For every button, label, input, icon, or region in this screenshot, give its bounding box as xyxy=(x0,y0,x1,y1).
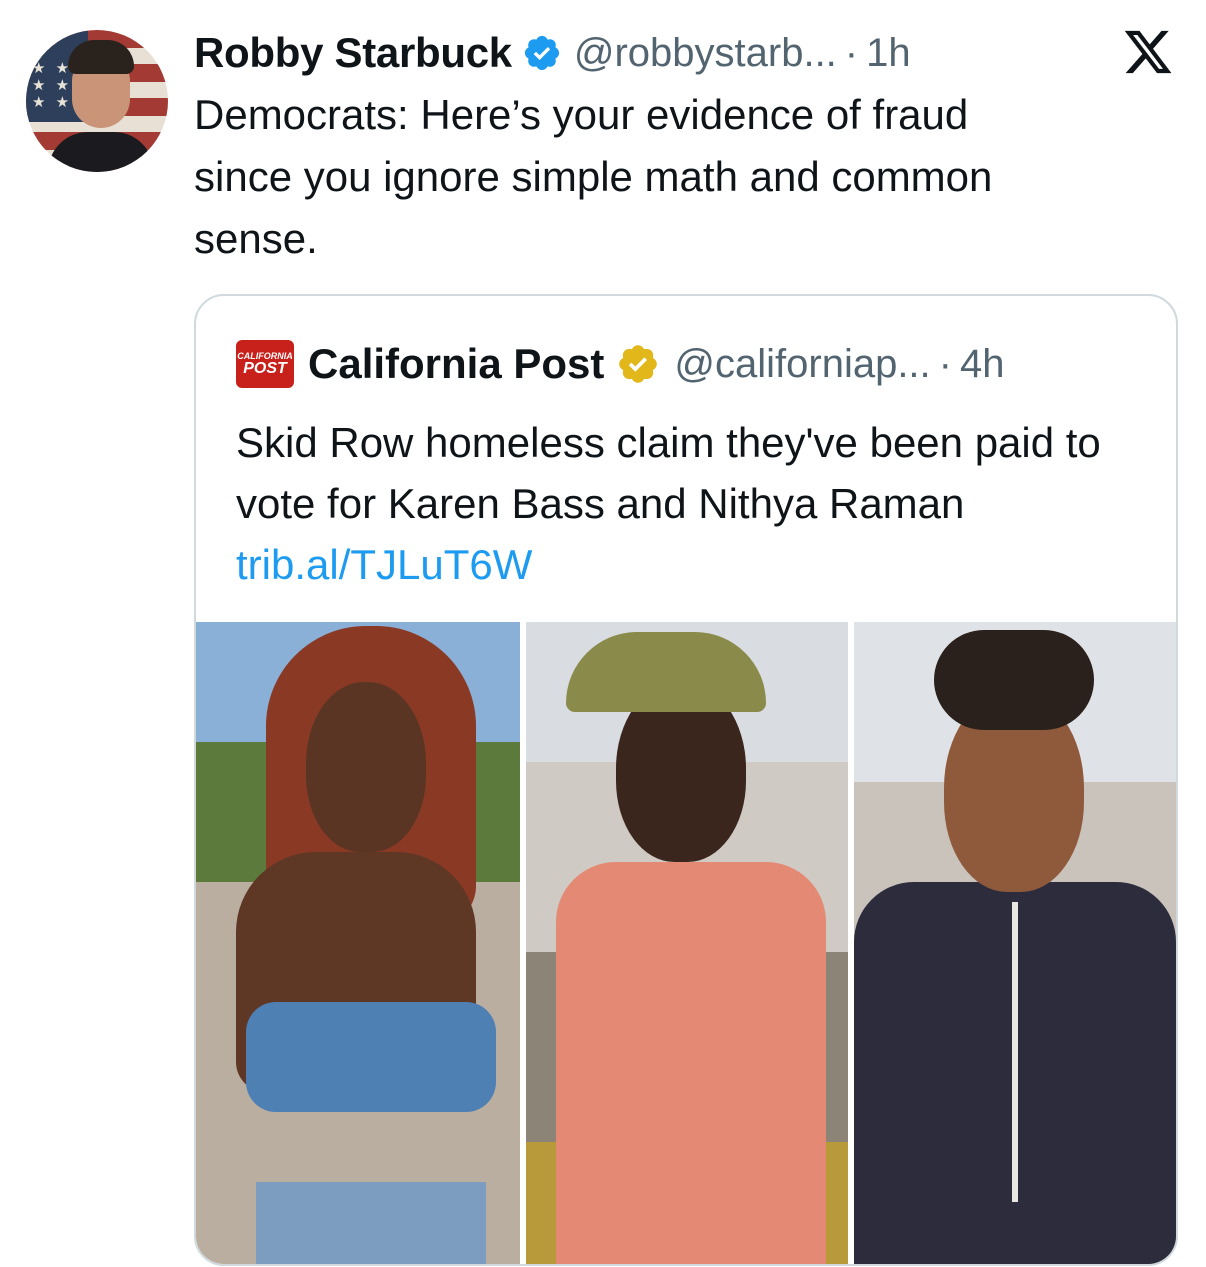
california-post-logo[interactable]: CALIFORNIA POST xyxy=(236,340,294,388)
x-logo-icon[interactable] xyxy=(1120,26,1176,78)
tweet-header: Robby Starbuck @robbystarb... · 1h xyxy=(194,26,911,80)
tweet[interactable]: ★ ★ ★ ★ ★ ★ Robby Starbuck @robbystarb... … xyxy=(0,0,1206,1267)
author-name[interactable]: Robby Starbuck xyxy=(194,29,512,77)
meta-separator: · xyxy=(844,30,859,75)
quoted-handle[interactable]: @californiap... xyxy=(674,342,930,387)
quoted-body: Skid Row homeless claim they've been pai… xyxy=(236,419,1101,527)
photo-woman-red-hair[interactable] xyxy=(196,622,520,1264)
quoted-author-name[interactable]: California Post xyxy=(308,340,604,388)
quoted-time[interactable]: 4h xyxy=(960,342,1005,387)
tweet-text: Democrats: Here’s your evidence of fraud… xyxy=(194,91,993,262)
photo-woman-bun[interactable] xyxy=(854,622,1176,1264)
quoted-header: CALIFORNIA POST California Post @califor… xyxy=(236,338,1005,390)
author-avatar[interactable]: ★ ★ ★ ★ ★ ★ xyxy=(26,30,168,172)
quoted-tweet[interactable]: CALIFORNIA POST California Post @califor… xyxy=(194,294,1178,1266)
photo-grid xyxy=(196,622,1176,1264)
quoted-text: Skid Row homeless claim they've been pai… xyxy=(236,412,1156,595)
quoted-link[interactable]: trib.al/TJLuT6W xyxy=(236,541,532,588)
verified-badge-icon xyxy=(524,35,559,71)
gold-verified-badge-icon xyxy=(619,345,658,383)
photo-man-cap[interactable] xyxy=(526,622,848,1264)
avatar-portrait xyxy=(48,40,154,172)
tweet-time[interactable]: 1h xyxy=(866,31,911,76)
quoted-meta-separator: · xyxy=(938,341,952,386)
author-handle[interactable]: @robbystarb... xyxy=(574,31,837,76)
